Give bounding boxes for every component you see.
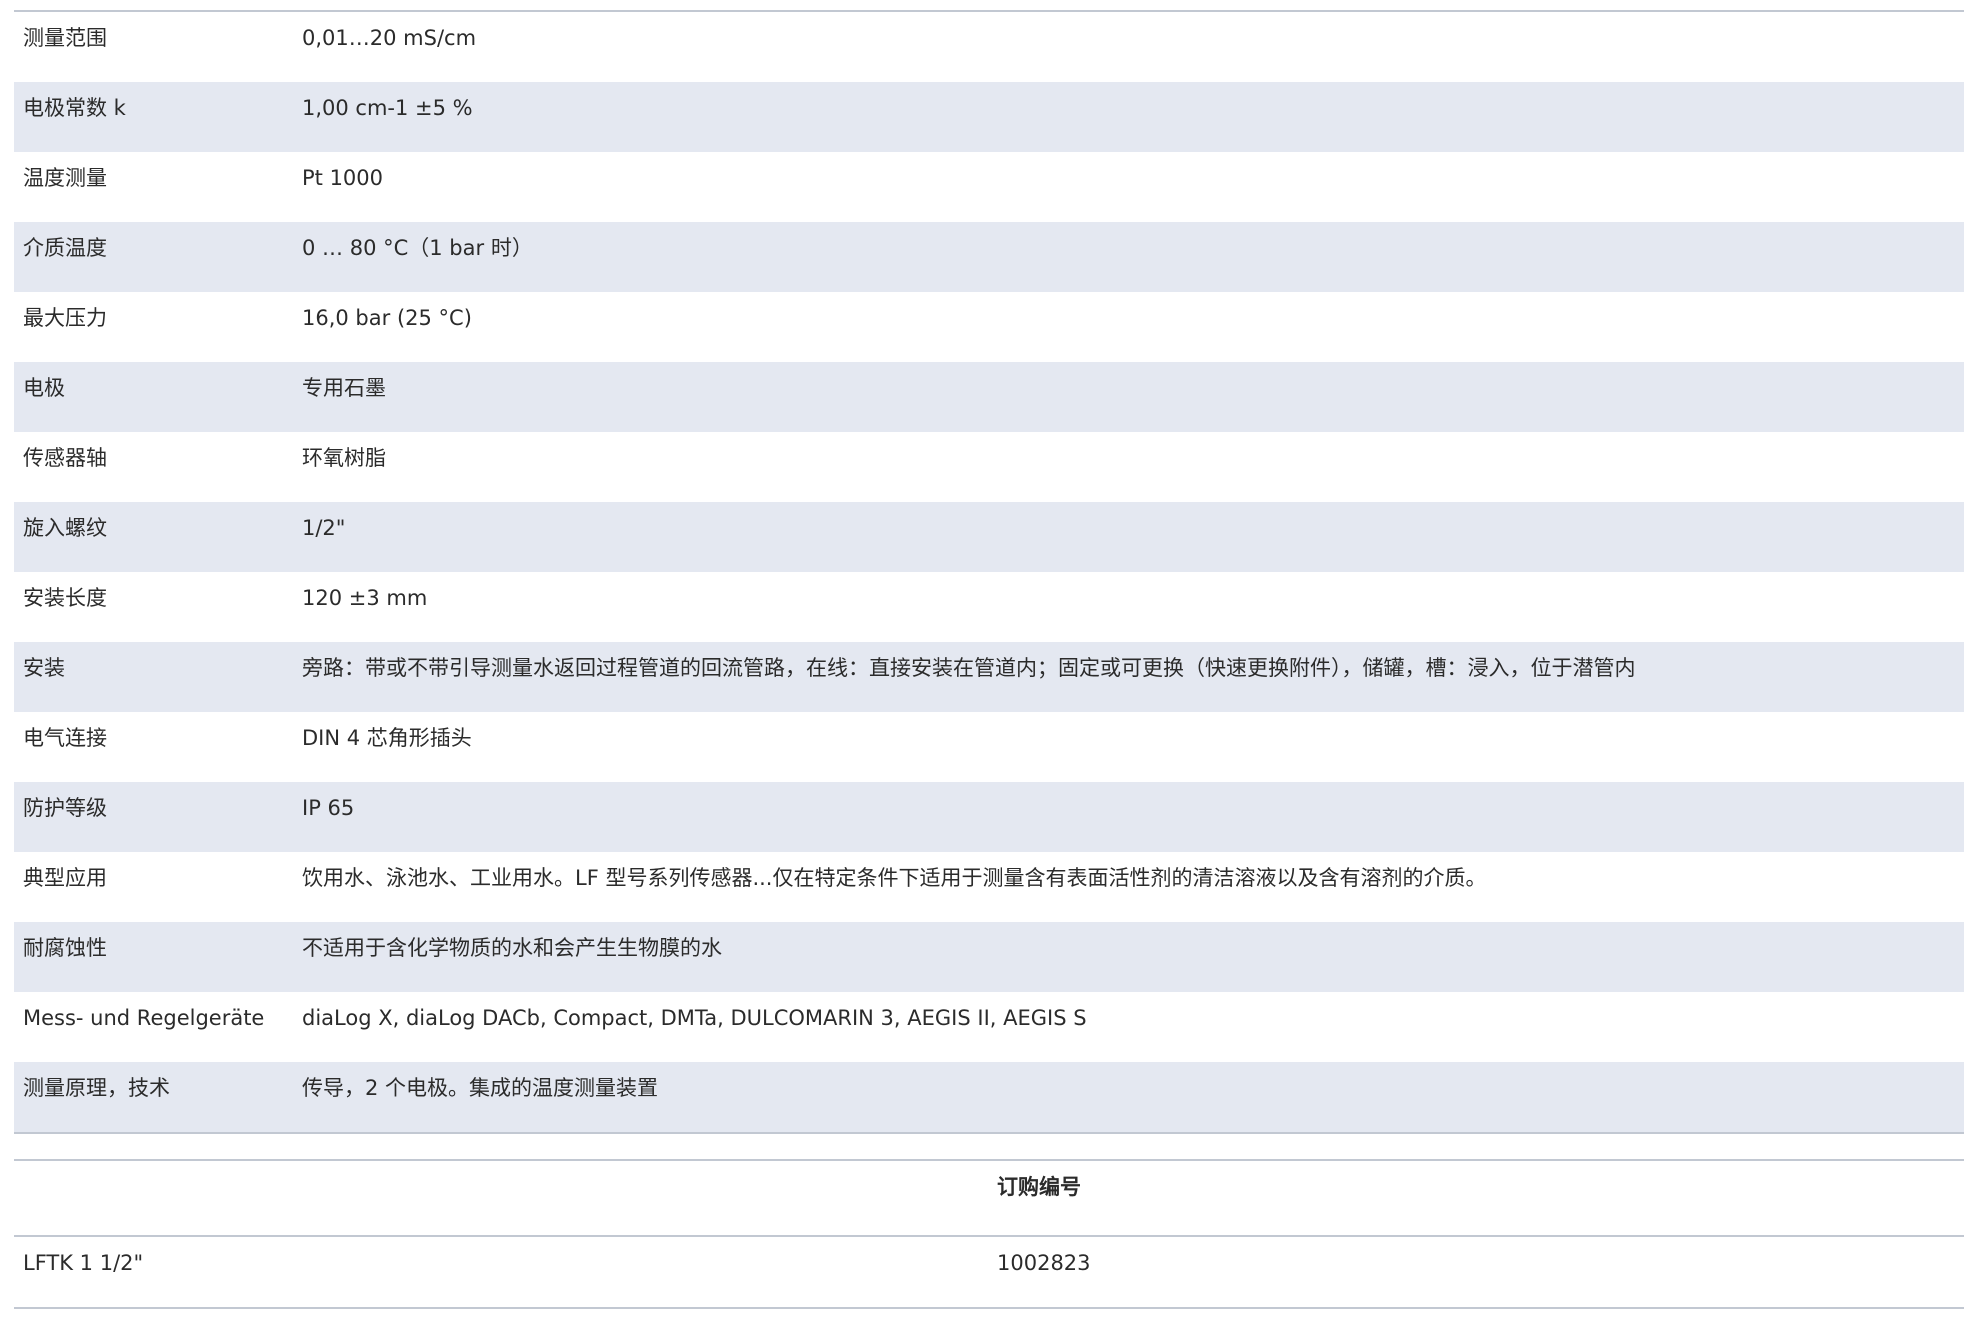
spec-label: 电极 (23, 376, 65, 400)
spec-label: 最大压力 (23, 306, 107, 330)
spec-value: 饮用水、泳池水、工业用水。LF 型号系列传感器...仅在特定条件下适用于测量含有… (302, 866, 1487, 890)
spec-label: 测量范围 (23, 26, 107, 50)
spec-row-electrode: 电极 专用石墨 (14, 362, 1964, 432)
product-spec-page: 测量范围 0,01…20 mS/cm 电极常数 k 1,00 cm-1 ±5 %… (0, 0, 1975, 1317)
spec-value: 旁路：带或不带引导测量水返回过程管道的回流管路，在线：直接安装在管道内；固定或可… (302, 656, 1636, 680)
spec-row-installation: 安装 旁路：带或不带引导测量水返回过程管道的回流管路，在线：直接安装在管道内；固… (14, 642, 1964, 712)
spec-row-corrosion-resistance: 耐腐蚀性 不适用于含化学物质的水和会产生生物膜的水 (14, 922, 1964, 992)
spec-row-typical-application: 典型应用 饮用水、泳池水、工业用水。LF 型号系列传感器...仅在特定条件下适用… (14, 852, 1964, 922)
spec-label: 安装长度 (23, 586, 107, 610)
spec-label: 典型应用 (23, 866, 107, 890)
spec-value: 1,00 cm-1 ±5 % (302, 96, 473, 120)
spec-row-thread: 旋入螺纹 1/2" (14, 502, 1964, 572)
order-number-heading: 订购编号 (997, 1175, 1081, 1199)
spec-label: Mess- und Regelgeräte (23, 1006, 265, 1030)
spec-row-protection-class: 防护等级 IP 65 (14, 782, 1964, 852)
spec-label: 旋入螺纹 (23, 516, 107, 540)
order-number: 1002823 (997, 1251, 1091, 1275)
spec-row-sensor-shaft: 传感器轴 环氧树脂 (14, 432, 1964, 502)
spec-row-cell-constant: 电极常数 k 1,00 cm-1 ±5 % (14, 82, 1964, 152)
table-divider (14, 1132, 1964, 1134)
spec-row-measuring-range: 测量范围 0,01…20 mS/cm (14, 12, 1964, 82)
spec-label: 电极常数 k (23, 96, 126, 120)
spec-label: 测量原理，技术 (23, 1076, 170, 1100)
spec-row-installation-length: 安装长度 120 ±3 mm (14, 572, 1964, 642)
spec-value: 传导，2 个电极。集成的温度测量装置 (302, 1076, 659, 1100)
technical-data-table: 测量范围 0,01…20 mS/cm 电极常数 k 1,00 cm-1 ±5 %… (14, 10, 1964, 1134)
spec-label: 防护等级 (23, 796, 107, 820)
order-model: LFTK 1 1/2" (23, 1251, 144, 1275)
spec-row-electrical-connection: 电气连接 DIN 4 芯角形插头 (14, 712, 1964, 782)
spec-value: IP 65 (302, 796, 355, 820)
spec-row-temperature-measurement: 温度测量 Pt 1000 (14, 152, 1964, 222)
spec-label: 耐腐蚀性 (23, 936, 107, 960)
spec-row-medium-temperature: 介质温度 0 … 80 °C（1 bar 时） (14, 222, 1964, 292)
spec-row-measuring-principle: 测量原理，技术 传导，2 个电极。集成的温度测量装置 (14, 1062, 1964, 1132)
spec-label: 电气连接 (23, 726, 107, 750)
spec-label: 安装 (23, 656, 65, 680)
order-row: LFTK 1 1/2" 1002823 (14, 1237, 1964, 1309)
spec-value: 环氧树脂 (302, 446, 386, 470)
order-number-table: 订购编号 LFTK 1 1/2" 1002823 (14, 1159, 1964, 1309)
spec-value: 0 … 80 °C（1 bar 时） (302, 236, 533, 260)
order-table-header: 订购编号 (14, 1161, 1964, 1237)
spec-value: 16,0 bar (25 °C) (302, 306, 472, 330)
spec-value: 专用石墨 (302, 376, 386, 400)
spec-label: 介质温度 (23, 236, 107, 260)
spec-value: 120 ±3 mm (302, 586, 428, 610)
spec-value: 0,01…20 mS/cm (302, 26, 477, 50)
spec-row-controllers: Mess- und Regelgeräte diaLog X, diaLog D… (14, 992, 1964, 1062)
spec-value: diaLog X, diaLog DACb, Compact, DMTa, DU… (302, 1006, 1087, 1030)
spec-value: 1/2" (302, 516, 346, 540)
spec-row-max-pressure: 最大压力 16,0 bar (25 °C) (14, 292, 1964, 362)
spec-value: Pt 1000 (302, 166, 384, 190)
spec-label: 传感器轴 (23, 446, 107, 470)
spec-value: 不适用于含化学物质的水和会产生生物膜的水 (302, 936, 722, 960)
spec-label: 温度测量 (23, 166, 107, 190)
spec-value: DIN 4 芯角形插头 (302, 726, 472, 750)
